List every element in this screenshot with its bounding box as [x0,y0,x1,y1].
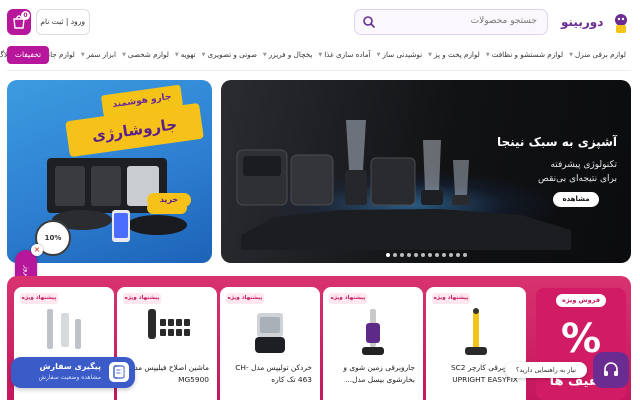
slider-dot[interactable] [400,253,405,257]
nav-item[interactable]: آماده سازی غذا ▼ [316,50,374,59]
slider-dot[interactable] [414,253,419,257]
chevron-down-icon: ▼ [319,51,324,58]
slider-dot[interactable] [463,253,468,257]
site-logo[interactable]: دوربینو [560,10,632,36]
product-card[interactable]: پیشنهاد ویژه خردکن تولیپس مدل -CH 463 تک ک… [221,287,321,400]
nav-item-label: لوازم برقی منزل [576,50,627,59]
product-name[interactable]: جاروبرقی زمین شوی و [344,363,416,372]
slider-dot[interactable] [442,253,447,257]
slider-dot[interactable] [421,253,426,257]
nav-item-label: صوتی و تصویری [208,50,258,59]
nav-item[interactable]: لوازم برقی منزل ▼ [567,50,630,59]
logo-text: دوربینو [562,15,605,29]
product-image[interactable] [143,305,193,359]
product-image[interactable] [349,305,399,359]
login-label: ورود | ثبت نام [41,17,86,26]
product-name[interactable]: خردکن تولیپس مدل -CH [236,363,313,372]
nav-item-label: تهویه [181,50,197,59]
product-image[interactable] [452,305,502,359]
nav-item-label: ابزار سفر [87,50,118,59]
slider-dot[interactable] [456,253,461,257]
product-name-line2[interactable]: بخارشوی بیسل مدل... [346,375,416,384]
special-offer-badge: پیشنهاد ویژه [433,293,471,304]
slider-dot[interactable] [393,253,398,257]
promo-buy-button[interactable]: خرید [148,193,192,207]
product-name-line2[interactable]: MG5900 [179,375,210,384]
headset-icon [605,362,619,376]
nav-item-label: آماده سازی غذا [325,50,372,59]
slider-dot[interactable] [449,253,454,257]
nav-item[interactable]: نوشیدنی ساز ▼ [375,50,427,59]
chevron-down-icon: ▼ [486,51,491,58]
deals-button[interactable]: تخفیفات [8,46,50,64]
special-offer-badge: پیشنهاد ویژه [330,293,368,304]
slider-dot[interactable] [428,253,433,257]
nav-item[interactable]: صوتی و تصویری ▼ [200,50,261,59]
chevron-down-icon: ▼ [377,51,382,58]
special-offer-badge: پیشنهاد ویژه [124,293,162,304]
nav-item[interactable]: لوازم شستشو و نظافت ▼ [484,50,567,59]
site-header: دوربینو جستجو محصولات ورود | ثبت نام 0 [0,0,640,44]
special-offers-label: فروش ویژه [557,294,607,307]
nav-item-label: لوازم شستشو و نظافت [492,50,565,59]
nav-divider [8,70,632,71]
special-offer-badge: پیشنهاد ویژه [21,293,59,304]
product-name[interactable]: ماشین اصلاح فیلیپس مدل [130,363,210,372]
order-tracking-subtitle: مشاهده وضعیت سفارش [39,374,102,381]
chevron-down-icon: ▼ [175,51,180,58]
chevron-down-icon: ▼ [429,51,433,58]
search-icon[interactable] [362,14,378,30]
promo-banner-robot-vacuum[interactable]: جارو هوشمند جاروشارژی رباتیک 10% خرید [8,80,213,263]
slider-dot[interactable] [407,253,412,257]
search-input[interactable]: جستجو محصولات [472,16,538,26]
order-tracking-title: پیگیری سفارش [40,362,102,371]
nav-item[interactable]: ابزار سفر ▼ [79,50,120,59]
slider-dots [222,253,632,259]
product-card[interactable]: پیشنهاد ویژه جاروبرقی زمین شوی و بخارشوی ب… [324,287,424,400]
chat-prompt-bubble[interactable]: نیاز به راهنمایی دارید؟ [506,362,588,378]
kitchen-appliances-illustration [237,120,471,206]
slider-dot[interactable] [435,253,440,257]
slider-dot[interactable] [386,253,391,257]
nav-item[interactable]: یخچال و فریزر ▼ [261,50,316,59]
chevron-down-icon: ▼ [81,51,86,58]
hero-title: آشپزی به سبک نینجا [497,135,618,149]
product-image[interactable] [40,305,90,359]
chevron-down-icon: ▼ [263,51,268,58]
nav-item[interactable]: لوازم پخت و پز ▼ [426,50,484,59]
nav-item-label: لوازم شخصی [128,50,170,59]
sidetab-close-icon[interactable]: × [32,244,44,256]
chevron-down-icon: ▼ [123,51,127,58]
product-name-line2[interactable]: 463 تک کاره [272,375,313,384]
chat-support-button[interactable] [594,352,630,388]
product-card[interactable]: پیشنهاد ویژه جاروبرقی کارچر SC2 UPRIGHT EA… [427,287,527,400]
login-button[interactable]: ورود | ثبت نام [37,9,91,35]
hero-subtitle-line1: تکنولوژی پیشرفته [551,160,618,170]
nav-menu: لوازم برقی منزل ▼ لوازم شستشو و نظافت ▼ لواز… [0,50,630,59]
chevron-down-icon: ▼ [570,51,574,58]
nav-item[interactable]: لوازم شخصی ▼ [120,50,173,59]
special-offer-badge: پیشنهاد ویژه [227,293,265,304]
discount-tag-text: 10% [45,234,63,242]
hero-subtitle-line2: برای نتیجه‌ای بی‌نقص [539,174,618,184]
chevron-down-icon: ▼ [202,51,207,58]
main-nav: لوازم برقی منزل ▼ لوازم شستشو و نظافت ▼ لواز… [0,44,640,70]
hero-slider[interactable]: آشپزی به سبک نینجا تکنولوژی پیشرفته برای… [222,80,632,263]
search-box[interactable]: جستجو محصولات [355,9,549,35]
tracker-close-icon[interactable]: × [116,365,130,379]
logo-mascot-icon [616,14,628,33]
nav-item-label: نوشیدنی ساز [383,50,424,59]
order-tracking-widget[interactable]: پیگیری سفارش مشاهده وضعیت سفارش × [12,357,136,388]
nav-item-label: لوازم پخت و پز [435,50,481,59]
cart-button[interactable]: 0 [8,9,32,35]
product-image[interactable] [246,305,296,359]
nav-item[interactable]: تهویه ▼ [173,50,200,59]
nav-item-label: یخچال و فریزر [269,50,314,59]
hero-cta-button[interactable]: مشاهده [554,192,600,207]
cart-count-badge: 0 [22,11,31,20]
